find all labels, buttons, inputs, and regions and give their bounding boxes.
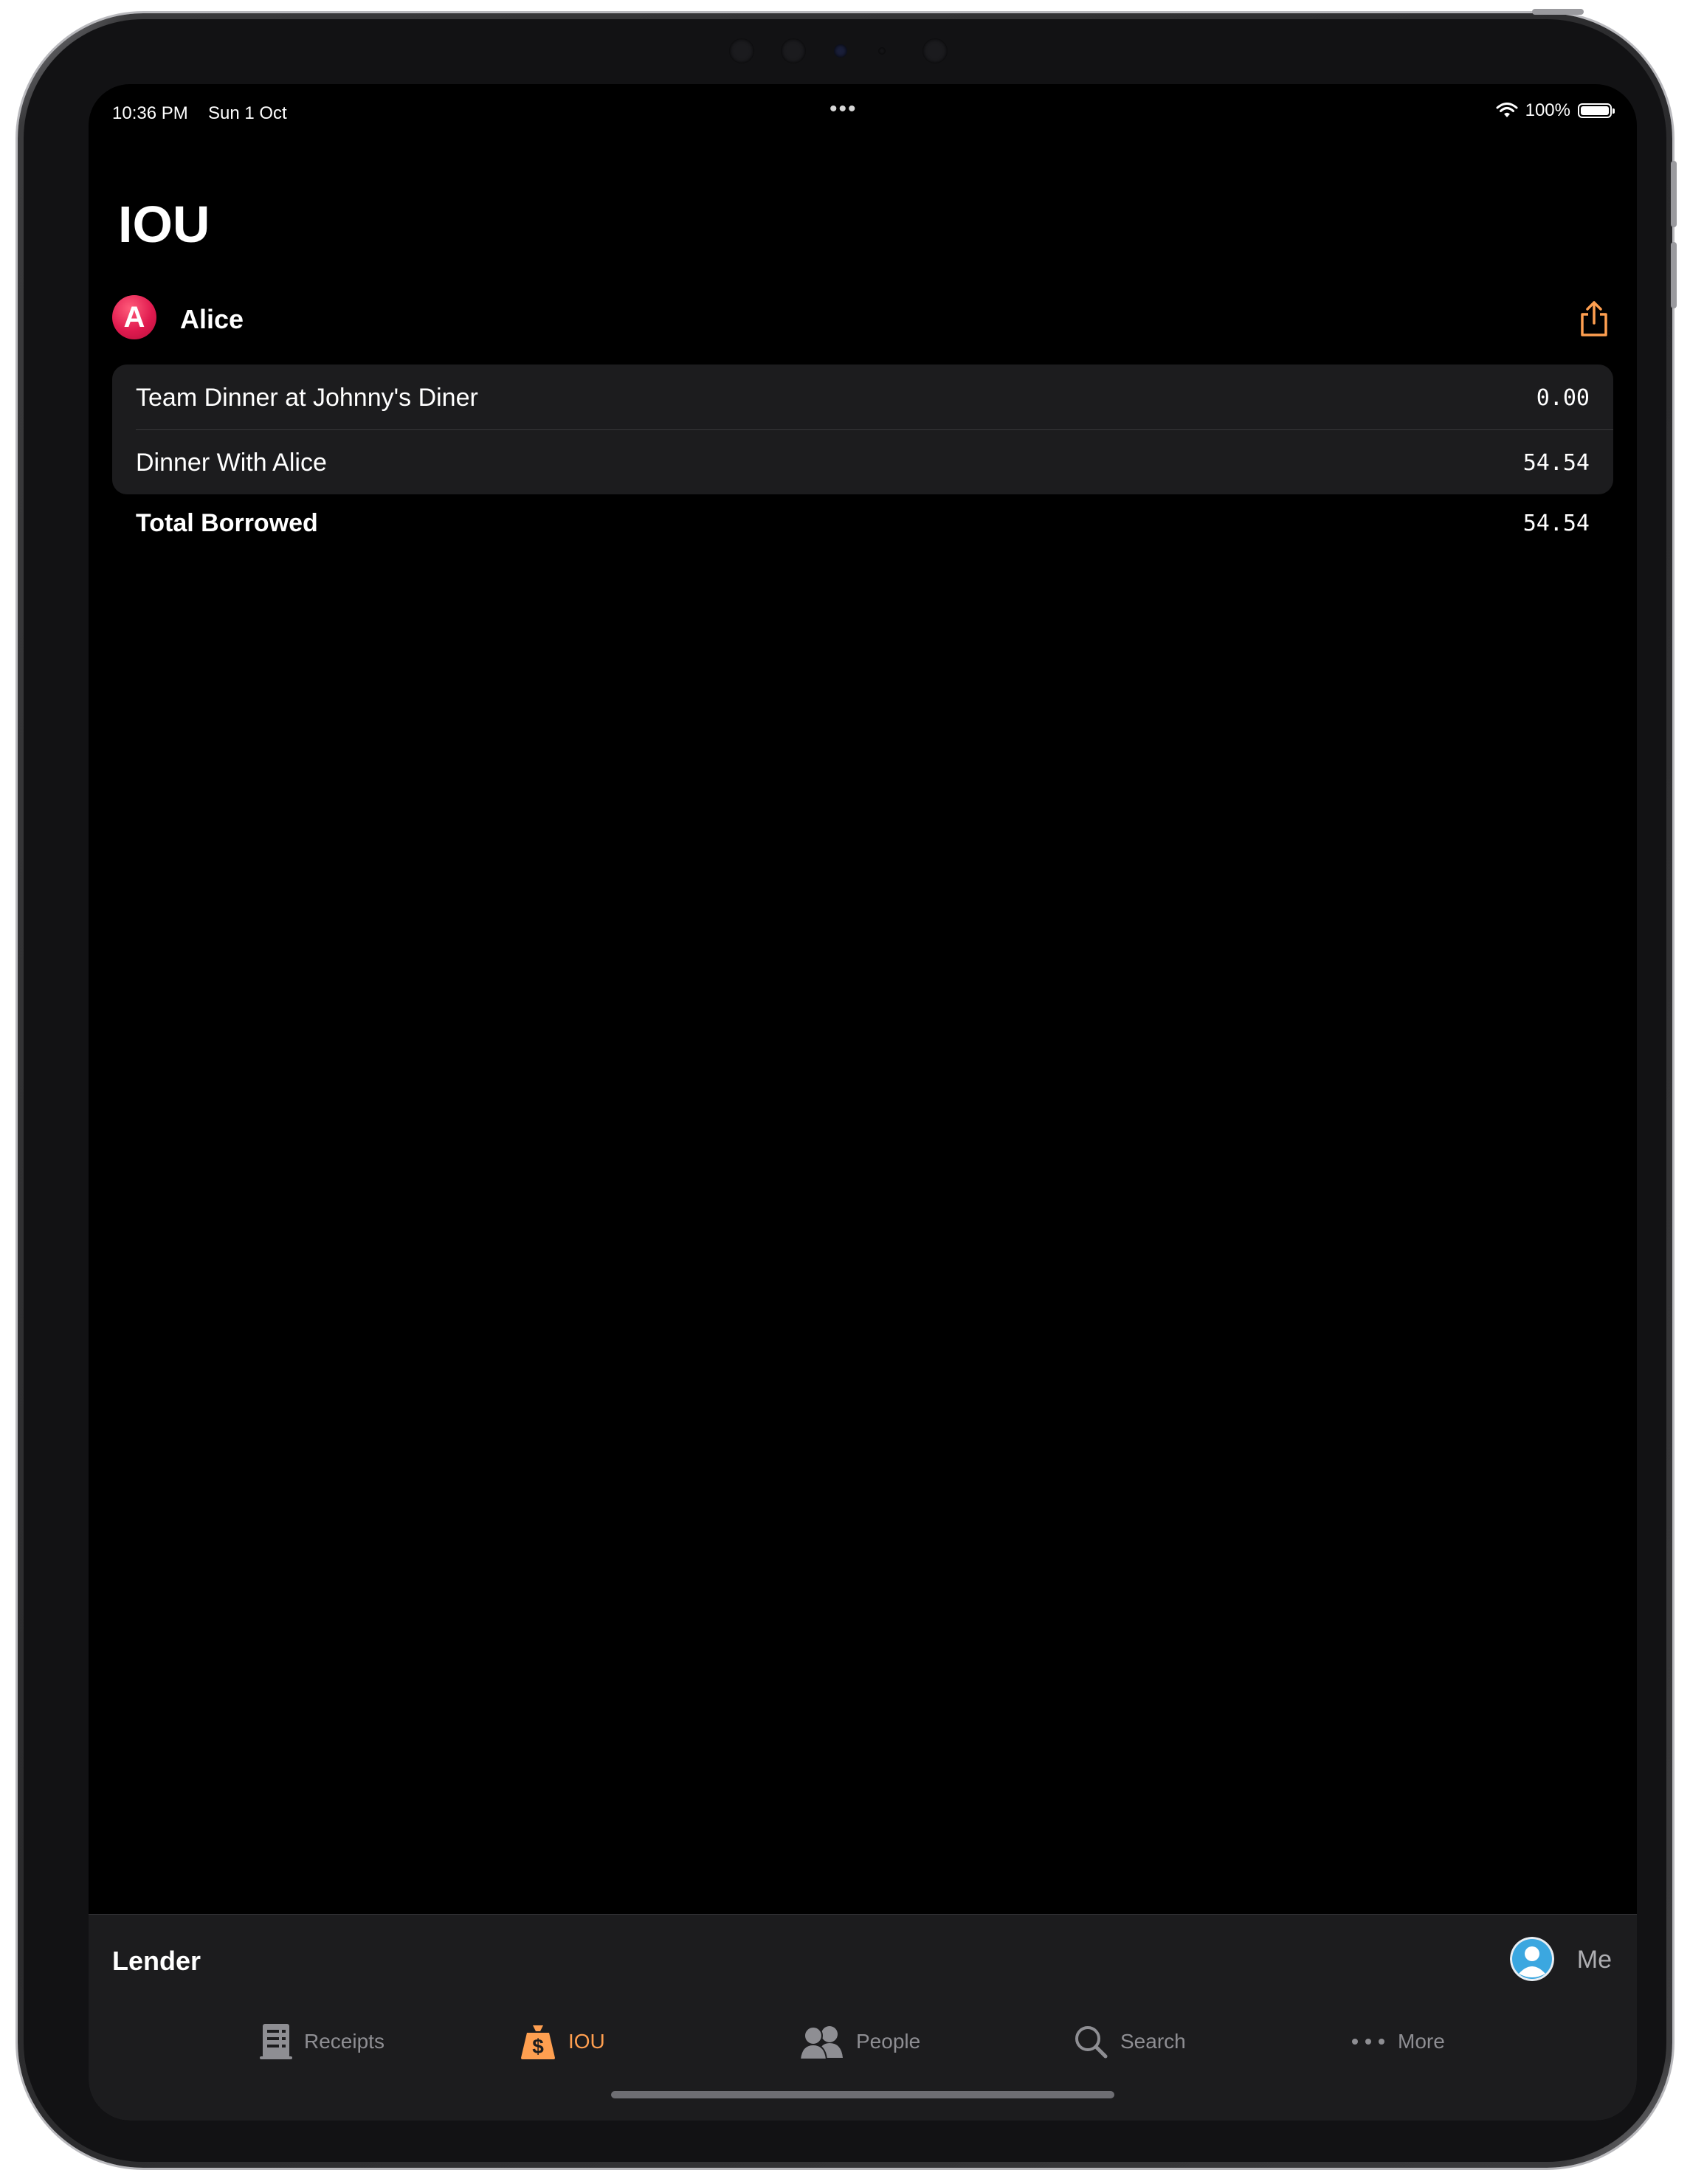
home-indicator[interactable] [611,2091,1114,2098]
share-icon[interactable] [1575,298,1613,339]
list-item[interactable]: Dinner With Alice 54.54 [112,429,1613,494]
more-icon [1352,2039,1384,2045]
person-avatar: A [112,295,156,339]
entry-amount: 54.54 [1522,450,1590,476]
wifi-icon [1496,103,1518,117]
battery-icon [1578,103,1615,118]
ipad-frame: 10:36 PM Sun 1 Oct ••• 100% IOU A Alice [18,9,1677,2168]
total-label: Total Borrowed [136,509,318,537]
svg-text:$: $ [532,2035,544,2058]
bottom-toolbar: Lender Me Receipts $ IOU People Search M… [89,1914,1637,2121]
total-row: Total Borrowed 54.54 [112,494,1613,553]
tab-more[interactable]: More [1351,2019,1445,2064]
money-bag-icon: $ [521,2025,555,2059]
sensor [878,47,886,55]
sensor [729,38,754,63]
front-camera [834,44,847,58]
me-avatar[interactable] [1510,1937,1554,1981]
tab-receipts[interactable]: Receipts [260,2019,384,2064]
sensor [781,38,806,63]
people-icon [799,2026,843,2060]
status-time: 10:36 PM [112,103,188,123]
battery-percentage: 100% [1525,100,1570,120]
tab-iou[interactable]: $ IOU [520,2019,605,2064]
search-icon [1075,2026,1108,2059]
person-name: Alice [180,304,244,334]
receipt-icon [260,2024,292,2059]
tab-label: People [856,2030,921,2053]
page-title: IOU [118,196,210,253]
lender-label: Lender [112,1946,201,1976]
entry-label: Team Dinner at Johnny's Diner [136,384,478,412]
entry-amount: 0.00 [1536,385,1590,411]
status-right: 100% [1496,100,1615,121]
person-header: A Alice [112,295,1613,342]
tab-search[interactable]: Search [1073,2019,1186,2064]
tab-people[interactable]: People [799,2019,920,2064]
list-item[interactable]: Team Dinner at Johnny's Diner 0.00 [112,364,1613,430]
status-date: Sun 1 Oct [208,103,287,123]
volume-button [1671,161,1677,227]
entry-label: Dinner With Alice [136,449,327,477]
tab-label: Search [1120,2030,1186,2053]
tab-label: More [1398,2030,1445,2053]
tab-label: Receipts [304,2030,384,2053]
top-button [1532,9,1584,15]
screen: 10:36 PM Sun 1 Oct ••• 100% IOU A Alice [89,84,1637,2121]
iou-list: Team Dinner at Johnny's Diner 0.00 Dinne… [112,364,1613,494]
multitasking-dots-icon[interactable]: ••• [830,98,858,120]
volume-button [1671,242,1677,308]
me-label[interactable]: Me [1577,1946,1612,1974]
total-amount: 54.54 [1522,511,1590,536]
tab-label: IOU [568,2030,605,2053]
sensor [922,38,948,63]
